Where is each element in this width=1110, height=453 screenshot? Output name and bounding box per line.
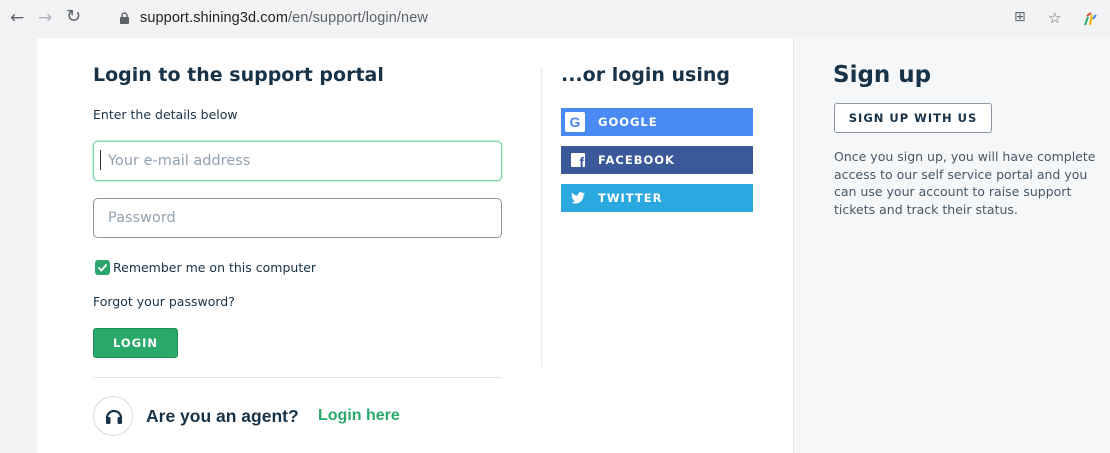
signup-button[interactable]: SIGN UP WITH US: [834, 103, 992, 133]
url-text[interactable]: support.shining3d.com/en/support/login/n…: [140, 10, 428, 26]
bookmark-star-icon[interactable]: ☆: [1048, 9, 1061, 27]
email-field[interactable]: Your e-mail address: [93, 141, 502, 181]
agent-question: Are you an agent?: [146, 406, 299, 426]
facebook-login-button[interactable]: f FACEBOOK: [561, 146, 753, 174]
remember-me-label[interactable]: Remember me on this computer: [113, 260, 316, 275]
browser-toolbar: ← → ↻ support.shining3d.com/en/support/l…: [0, 0, 1110, 38]
twitter-icon: [571, 192, 585, 204]
forward-arrow-icon[interactable]: →: [38, 8, 52, 28]
headset-icon: [105, 409, 123, 424]
login-button[interactable]: LOGIN: [93, 328, 178, 358]
google-label: GOOGLE: [598, 115, 658, 129]
url-path: /en/support/login/new: [288, 10, 428, 26]
signup-panel: [793, 38, 1110, 453]
password-field[interactable]: Password: [93, 198, 502, 238]
text-caret: [100, 150, 101, 170]
login-title: Login to the support portal: [93, 64, 384, 86]
login-subtitle: Enter the details below: [93, 107, 238, 122]
remember-me-checkbox[interactable]: [95, 260, 110, 275]
google-icon: G: [565, 112, 585, 132]
twitter-login-button[interactable]: TWITTER: [561, 184, 753, 212]
agent-login-link[interactable]: Login here: [318, 407, 400, 425]
url-host: support.shining3d.com: [140, 10, 288, 26]
extension-icon[interactable]: [1082, 11, 1098, 27]
facebook-icon: f: [571, 153, 585, 167]
signup-title: Sign up: [833, 62, 932, 88]
twitter-label: TWITTER: [598, 191, 663, 205]
reload-icon[interactable]: ↻: [66, 7, 81, 27]
signup-description: Once you sign up, you will have complete…: [834, 149, 1096, 217]
back-arrow-icon[interactable]: ←: [10, 8, 24, 28]
facebook-label: FACEBOOK: [598, 153, 675, 167]
lock-icon: [120, 12, 129, 24]
google-login-button[interactable]: G GOOGLE: [561, 108, 753, 136]
forgot-password-link[interactable]: Forgot your password?: [93, 294, 235, 309]
social-login-title: ...or login using: [561, 64, 730, 86]
translate-icon[interactable]: ⊞: [1014, 9, 1026, 25]
check-icon: [97, 263, 108, 272]
column-divider: [541, 68, 542, 366]
agent-badge: [93, 396, 133, 436]
divider: [93, 377, 502, 378]
